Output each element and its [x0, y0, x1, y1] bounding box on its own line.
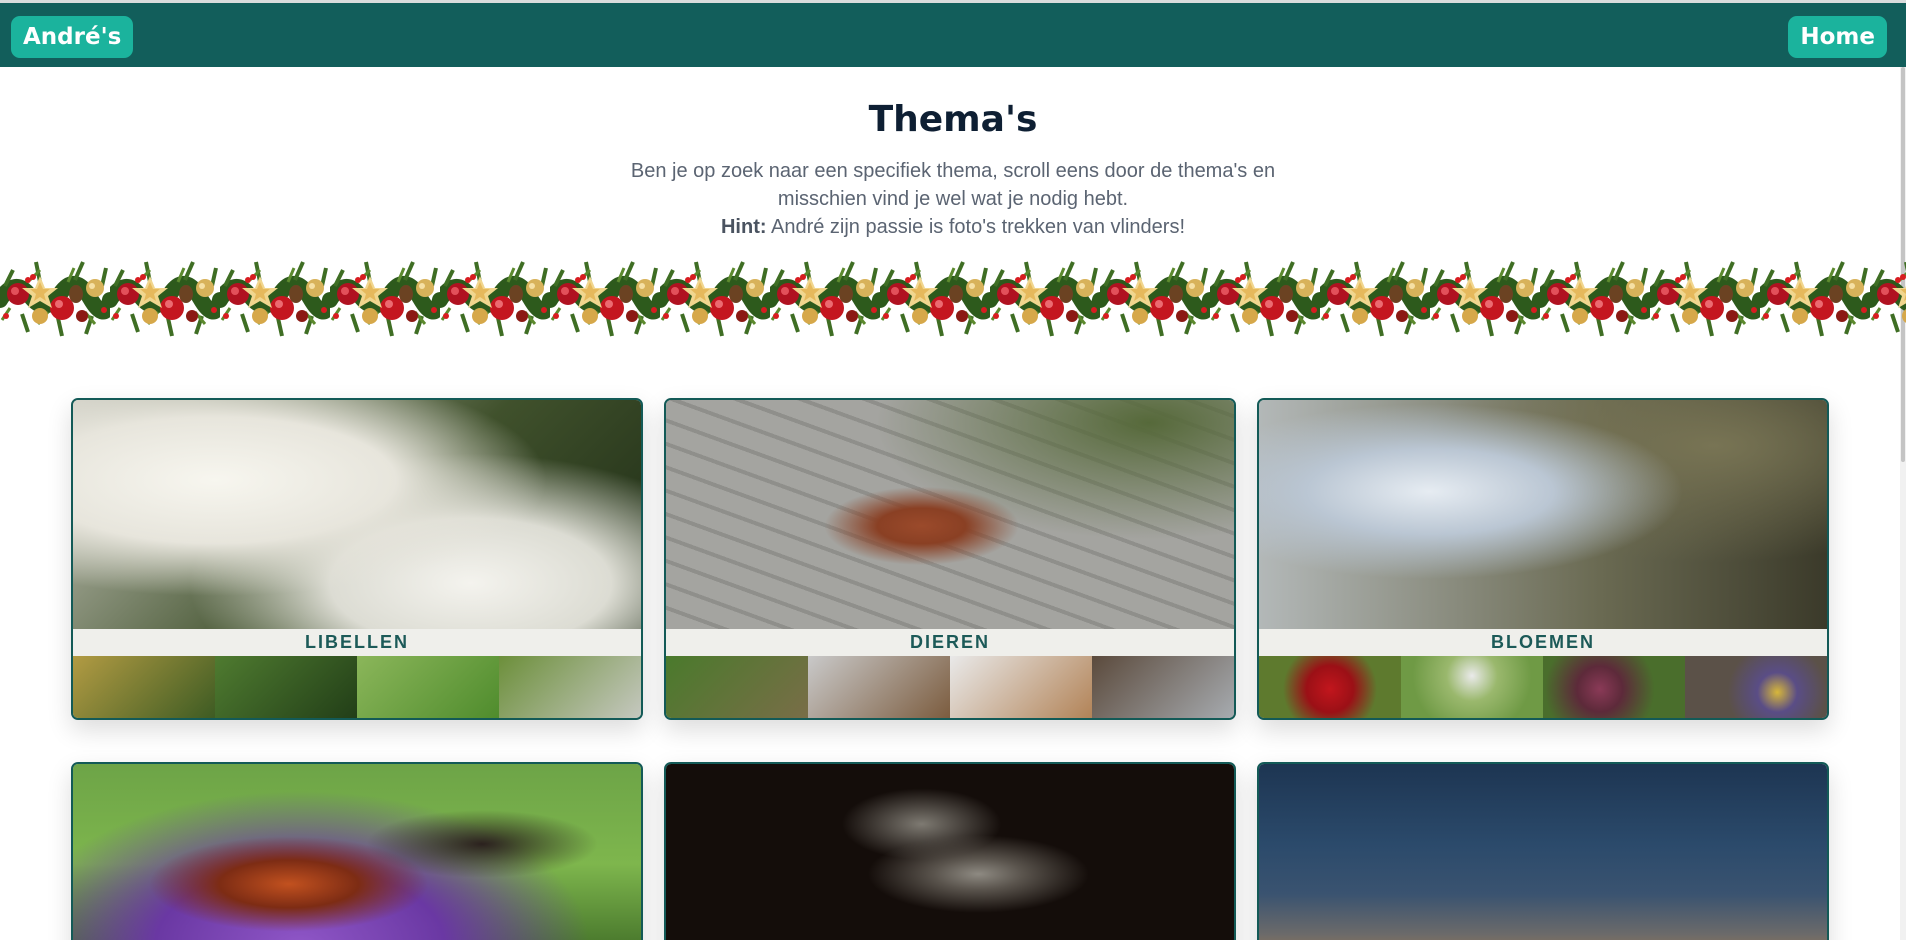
theme-label-libellen: LIBELLEN: [73, 629, 641, 656]
hint-text: André zijn passie is foto's trekken van …: [770, 216, 1185, 238]
squirrel-photo: [666, 400, 1234, 629]
dragonfly-photo: [73, 400, 641, 629]
theme-label-bloemen: BLOEMEN: [1259, 629, 1827, 656]
theme-card-vlinders[interactable]: [71, 762, 643, 940]
thumbnail-photo: [357, 656, 499, 718]
theme-card-frost[interactable]: [664, 762, 1236, 940]
thumbnail-photo: [215, 656, 357, 718]
thumbnail-photo: [808, 656, 950, 718]
thumbnail-photo: [950, 656, 1092, 718]
thumbnail-photo: [73, 656, 215, 718]
thumbnail-photo: [499, 656, 641, 718]
navbar: André's Home: [0, 3, 1906, 67]
christmas-garland: [0, 246, 1906, 354]
thumbnail-photo: [1685, 656, 1827, 718]
brand-button[interactable]: André's: [11, 16, 134, 58]
theme-card-sky[interactable]: [1257, 762, 1829, 940]
thumbnail-photo: [666, 656, 808, 718]
butterfly-photo: [73, 764, 641, 940]
frost-photo: [666, 764, 1234, 940]
hint-label: Hint:: [720, 216, 767, 238]
theme-card-dieren[interactable]: DIEREN: [664, 398, 1236, 720]
thumbnail-strip: [1259, 656, 1827, 718]
theme-label-dieren: DIEREN: [666, 629, 1234, 656]
theme-card-bloemen[interactable]: BLOEMEN: [1257, 398, 1829, 720]
thumbnail-photo: [1259, 656, 1401, 718]
thumbnail-photo: [1401, 656, 1543, 718]
flower-photo: [1259, 400, 1827, 629]
intro-text: Ben je op zoek naar een specifiek thema,…: [623, 157, 1283, 241]
thumbnail-strip: [666, 656, 1234, 718]
scrollbar[interactable]: [1900, 67, 1906, 940]
theme-card-libellen[interactable]: LIBELLEN: [71, 398, 643, 720]
sky-photo: [1259, 764, 1827, 940]
thumbnail-photo: [1092, 656, 1234, 718]
home-button[interactable]: Home: [1788, 16, 1887, 58]
thumbnail-strip: [73, 656, 641, 718]
intro-description: Ben je op zoek naar een specifiek thema,…: [630, 160, 1276, 210]
thumbnail-photo: [1543, 656, 1685, 718]
page-title: Thema's: [868, 99, 1038, 140]
